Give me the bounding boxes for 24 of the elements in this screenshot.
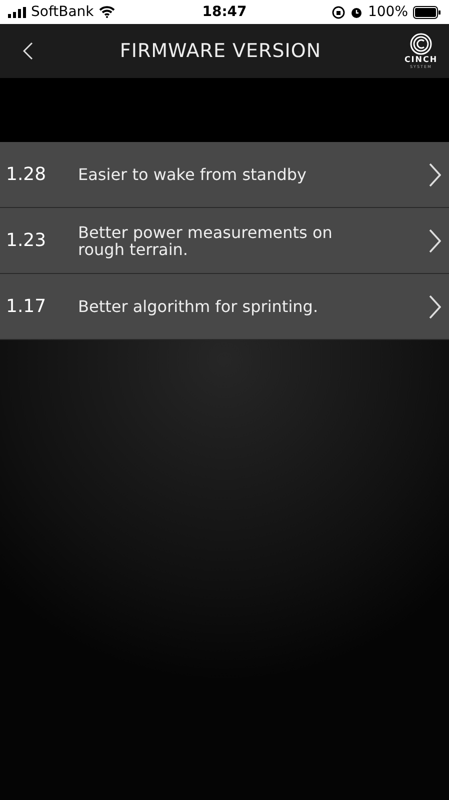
rotation-lock-icon [332, 6, 345, 18]
version-note: Better power measurements on rough terrain. [78, 224, 334, 258]
version-number: 1.23 [5, 230, 48, 251]
version-row[interactable]: 1.17 Better algorithm for sprinting. [0, 274, 449, 340]
logo-name: CINCH [404, 55, 438, 64]
version-note: Better algorithm for sprinting. [78, 298, 320, 315]
version-note: Easier to wake from standby [78, 166, 308, 183]
clock-time: 18:47 [202, 4, 247, 20]
chevron-icon [429, 228, 441, 252]
signal-icon [8, 6, 26, 18]
chevron-icon [429, 162, 441, 186]
battery-percent: 100% [368, 4, 408, 20]
back-icon [23, 42, 33, 60]
logo-icon [410, 33, 432, 55]
battery-icon [413, 6, 442, 18]
screen-title: FIRMWARE VERSION [118, 40, 322, 62]
version-number: 1.28 [5, 164, 48, 185]
chevron-icon [429, 294, 441, 318]
wifi-icon [98, 6, 115, 18]
version-row[interactable]: 1.28 Easier to wake from standby [0, 142, 449, 208]
alarm-icon [350, 6, 363, 18]
version-row[interactable]: 1.23 Better power measurements on rough terrain. [0, 208, 449, 274]
carrier-name: SoftBank [31, 4, 94, 20]
version-number: 1.17 [5, 296, 48, 317]
